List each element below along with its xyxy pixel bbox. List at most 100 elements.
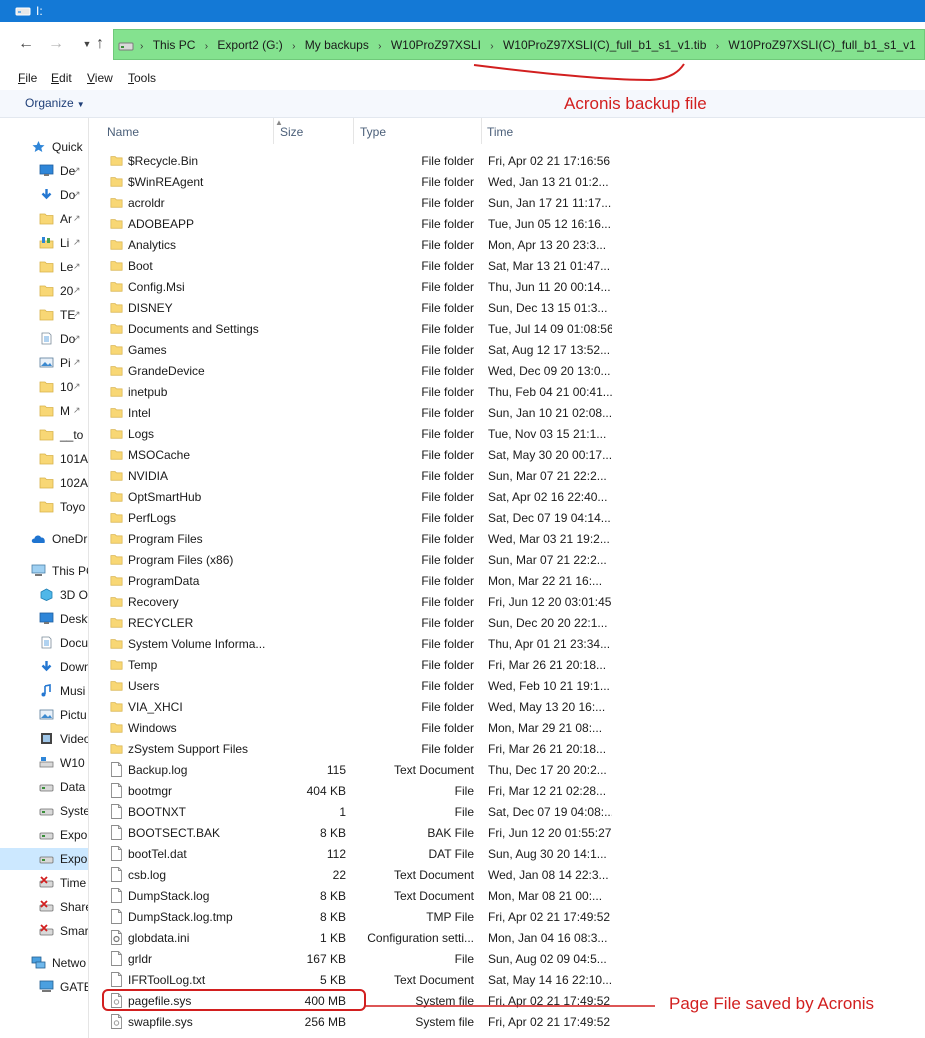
- table-row[interactable]: Documents and Settings File folder Tue, Ju…: [92, 318, 612, 339]
- table-row[interactable]: bootmgr 404 KB File Fri, Mar 12 21 02:28...: [92, 780, 612, 801]
- breadcrumb-tib-file[interactable]: W10ProZ97XSLI(C)_full_b1_s1_v1.tib: [503, 38, 706, 52]
- table-row[interactable]: $Recycle.Bin File folder Fri, Apr 02 21 17…: [92, 150, 612, 171]
- nav-pinned-item[interactable]: De ↗: [0, 160, 88, 182]
- table-row[interactable]: ProgramData File folder Mon, Mar 22 21 16:…: [92, 570, 612, 591]
- table-row[interactable]: inetpub File folder Thu, Feb 04 21 00:41..…: [92, 381, 612, 402]
- table-row[interactable]: $WinREAgent File folder Wed, Jan 13 21 01:…: [92, 171, 612, 192]
- table-row[interactable]: pagefile.sys 400 MB System file Fri, Apr 02…: [92, 990, 612, 1011]
- table-row[interactable]: IFRToolLog.txt 5 KB Text Document Sat, May …: [92, 969, 612, 990]
- breadcrumb-my-backups[interactable]: My backups: [305, 38, 369, 52]
- table-row[interactable]: GrandeDevice File folder Wed, Dec 09 20 13…: [92, 360, 612, 381]
- nav-recent-item[interactable]: Toyo: [0, 496, 88, 518]
- menu-file[interactable]: File: [18, 71, 37, 85]
- chevron-right-icon[interactable]: ›: [378, 41, 381, 52]
- table-row[interactable]: Analytics File folder Mon, Apr 13 20 23:3.…: [92, 234, 612, 255]
- nav-pc-item[interactable]: Expo: [0, 848, 88, 870]
- nav-network[interactable]: Netwo: [0, 952, 88, 974]
- table-row[interactable]: bootTel.dat 112 DAT File Sun, Aug 30 20 14:…: [92, 843, 612, 864]
- nav-pinned-item[interactable]: 10 ↗: [0, 376, 88, 398]
- back-button[interactable]: ←: [16, 34, 36, 54]
- table-row[interactable]: NVIDIA File folder Sun, Mar 07 21 22:2...: [92, 465, 612, 486]
- table-row[interactable]: OptSmartHub File folder Sat, Apr 02 16 22:…: [92, 486, 612, 507]
- nav-pinned-item[interactable]: M ↗: [0, 400, 88, 422]
- nav-pinned-item[interactable]: TE ↗: [0, 304, 88, 326]
- nav-pc-item[interactable]: Musi: [0, 680, 88, 702]
- menu-edit[interactable]: Edit: [51, 71, 72, 85]
- nav-pinned-item[interactable]: 20 ↗: [0, 280, 88, 302]
- organize-button[interactable]: Organize ▼: [25, 96, 85, 110]
- table-row[interactable]: Config.Msi File folder Thu, Jun 11 20 00:1…: [92, 276, 612, 297]
- forward-button[interactable]: →: [46, 34, 66, 54]
- table-row[interactable]: Boot File folder Sat, Mar 13 21 01:47...: [92, 255, 612, 276]
- table-row[interactable]: acroldr File folder Sun, Jan 17 21 11:17..…: [92, 192, 612, 213]
- table-row[interactable]: Program Files File folder Wed, Mar 03 21 1…: [92, 528, 612, 549]
- breadcrumb-export2[interactable]: Export2 (G:): [217, 38, 282, 52]
- nav-gate[interactable]: GATE: [0, 976, 88, 998]
- table-row[interactable]: DISNEY File folder Sun, Dec 13 15 01:3...: [92, 297, 612, 318]
- nav-recent-item[interactable]: 102A: [0, 472, 88, 494]
- nav-pinned-item[interactable]: Ar ↗: [0, 208, 88, 230]
- nav-recent-item[interactable]: __to: [0, 424, 88, 446]
- menu-tools[interactable]: Tools: [128, 71, 156, 85]
- table-row[interactable]: System Volume Informa... File folder Thu, …: [92, 633, 612, 654]
- table-row[interactable]: globdata.ini 1 KB Configuration setti... Mo…: [92, 927, 612, 948]
- table-row[interactable]: BOOTSECT.BAK 8 KB BAK File Fri, Jun 12 20 0…: [92, 822, 612, 843]
- chevron-right-icon[interactable]: ›: [140, 41, 143, 52]
- breadcrumb-backup-volume[interactable]: W10ProZ97XSLI(C)_full_b1_s1_v1: [728, 38, 915, 52]
- table-row[interactable]: swapfile.sys 256 MB System file Fri, Apr 02…: [92, 1011, 612, 1032]
- table-row[interactable]: VIA_XHCI File folder Wed, May 13 20 16:...: [92, 696, 612, 717]
- nav-pc-item[interactable]: Time: [0, 872, 88, 894]
- menu-view[interactable]: View: [87, 71, 113, 85]
- nav-pc-item[interactable]: 3D O: [0, 584, 88, 606]
- nav-this-pc[interactable]: This PC: [0, 560, 88, 582]
- nav-recent-item[interactable]: 101A: [0, 448, 88, 470]
- nav-pc-item[interactable]: Docu: [0, 632, 88, 654]
- table-row[interactable]: RECYCLER File folder Sun, Dec 20 20 22:1..…: [92, 612, 612, 633]
- nav-pinned-item[interactable]: Pi ↗: [0, 352, 88, 374]
- nav-pc-item[interactable]: Share: [0, 896, 88, 918]
- table-row[interactable]: DumpStack.log 8 KB Text Document Mon, Mar 0…: [92, 885, 612, 906]
- nav-pc-item[interactable]: Down: [0, 656, 88, 678]
- table-row[interactable]: DumpStack.log.tmp 8 KB TMP File Fri, Apr 02…: [92, 906, 612, 927]
- table-row[interactable]: zSystem Support Files File folder Fri, Mar…: [92, 738, 612, 759]
- nav-pc-item[interactable]: Smar: [0, 920, 88, 942]
- nav-pc-item[interactable]: Data: [0, 776, 88, 798]
- table-row[interactable]: Program Files (x86) File folder Sun, Mar 0…: [92, 549, 612, 570]
- nav-pinned-item[interactable]: Le ↗: [0, 256, 88, 278]
- table-row[interactable]: Backup.log 115 Text Document Thu, Dec 17 20…: [92, 759, 612, 780]
- column-type[interactable]: Type: [354, 118, 482, 144]
- column-name[interactable]: Name: [92, 118, 274, 144]
- table-row[interactable]: csb.log 22 Text Document Wed, Jan 08 14 22:…: [92, 864, 612, 885]
- table-row[interactable]: Users File folder Wed, Feb 10 21 19:1...: [92, 675, 612, 696]
- chevron-right-icon[interactable]: ›: [716, 41, 719, 52]
- table-row[interactable]: Intel File folder Sun, Jan 10 21 02:08...: [92, 402, 612, 423]
- column-size[interactable]: Size: [274, 118, 354, 144]
- nav-pc-item[interactable]: Pictu: [0, 704, 88, 726]
- nav-pc-item[interactable]: Video: [0, 728, 88, 750]
- table-row[interactable]: ADOBEAPP File folder Tue, Jun 05 12 16:16.…: [92, 213, 612, 234]
- table-row[interactable]: BOOTNXT 1 File Sat, Dec 07 19 04:08:...: [92, 801, 612, 822]
- nav-pc-item[interactable]: Syste: [0, 800, 88, 822]
- table-row[interactable]: Temp File folder Fri, Mar 26 21 20:18...: [92, 654, 612, 675]
- nav-pinned-item[interactable]: Do ↗: [0, 328, 88, 350]
- chevron-right-icon[interactable]: ›: [490, 41, 493, 52]
- address-bar[interactable]: › This PC › Export2 (G:) › My backups › …: [113, 29, 925, 60]
- table-row[interactable]: MSOCache File folder Sat, May 30 20 00:17.…: [92, 444, 612, 465]
- chevron-right-icon[interactable]: ›: [292, 41, 295, 52]
- nav-pc-item[interactable]: Expo: [0, 824, 88, 846]
- column-time[interactable]: Time: [482, 118, 610, 144]
- breadcrumb-this-pc[interactable]: This PC: [153, 38, 196, 52]
- up-button[interactable]: ↑: [90, 34, 110, 54]
- nav-pc-item[interactable]: W10: [0, 752, 88, 774]
- table-row[interactable]: PerfLogs File folder Sat, Dec 07 19 04:14.…: [92, 507, 612, 528]
- nav-pc-item[interactable]: Deskt: [0, 608, 88, 630]
- table-row[interactable]: Recovery File folder Fri, Jun 12 20 03:01:…: [92, 591, 612, 612]
- table-row[interactable]: Games File folder Sat, Aug 12 17 13:52...: [92, 339, 612, 360]
- nav-onedrive[interactable]: OneDr: [0, 528, 88, 550]
- nav-quick-access[interactable]: Quick: [0, 136, 88, 158]
- table-row[interactable]: grldr 167 KB File Sun, Aug 02 09 04:5...: [92, 948, 612, 969]
- nav-pinned-item[interactable]: Li ↗: [0, 232, 88, 254]
- table-row[interactable]: Windows File folder Mon, Mar 29 21 08:...: [92, 717, 612, 738]
- chevron-right-icon[interactable]: ›: [205, 41, 208, 52]
- table-row[interactable]: Logs File folder Tue, Nov 03 15 21:1...: [92, 423, 612, 444]
